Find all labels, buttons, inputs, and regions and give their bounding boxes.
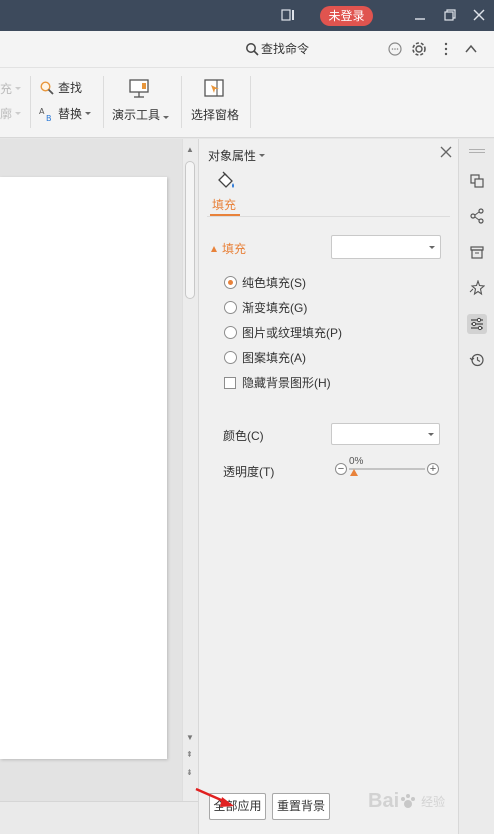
slide-page[interactable] [0, 177, 167, 759]
horizontal-scrollbar[interactable] [0, 801, 198, 834]
paw-logo-icon [401, 793, 416, 808]
ribbon-faded-top: 充 [0, 80, 22, 97]
checkbox[interactable] [224, 376, 236, 389]
tab-fill[interactable]: 填充 [212, 196, 236, 213]
more-icon[interactable] [440, 41, 452, 57]
replace-label: 替换 [58, 107, 83, 121]
svg-text:A: A [39, 107, 45, 116]
fill-bucket-icon[interactable] [215, 170, 237, 192]
collapse-ribbon-icon[interactable] [464, 41, 478, 57]
solid-fill-radio[interactable]: 纯色填充(S) [224, 274, 306, 291]
command-search-label: 查找命令 [261, 42, 310, 56]
search-icon [246, 42, 259, 56]
selection-pane-icon [204, 79, 224, 97]
convert-icon[interactable] [467, 171, 487, 191]
replace-icon: AB [39, 107, 52, 122]
ribbon-separator [250, 76, 251, 128]
scroll-up-icon[interactable]: ▲ [186, 145, 194, 154]
restore-icon[interactable] [443, 8, 457, 22]
find-icon [40, 80, 54, 95]
transparency-label: 透明度(T) [223, 465, 275, 479]
properties-sliders-icon[interactable] [467, 314, 487, 334]
transparency-decrease-button[interactable]: − [335, 463, 347, 475]
ribbon-separator [181, 76, 182, 128]
panel-close-icon[interactable] [440, 146, 452, 158]
tab-fill-underline [210, 214, 240, 216]
toolbar-grip [469, 152, 485, 153]
minimize-icon[interactable] [413, 8, 427, 22]
presentation-tools-button[interactable]: 演示工具 [112, 78, 170, 123]
hide-background-checkbox[interactable]: 隐藏背景图形(H) [224, 374, 331, 391]
title-bar: 未登录 [0, 0, 494, 31]
watermark: Bai 经验 [368, 790, 446, 812]
vertical-scrollbar[interactable]: ▲ ▼ ⇞ ⇟ [182, 139, 198, 801]
close-window-icon[interactable] [472, 8, 486, 22]
annotation-arrow [195, 787, 234, 807]
selection-pane-button[interactable]: 选择窗格 [191, 78, 239, 123]
transparency-increase-button[interactable]: + [427, 463, 439, 475]
right-toolbar [458, 139, 494, 834]
ribbon-separator [30, 76, 31, 128]
reading-mode-icon[interactable] [281, 8, 295, 22]
reset-background-button[interactable]: 重置背景 [272, 793, 330, 820]
panel-divider [207, 216, 450, 217]
replace-button[interactable]: AB 替换 [39, 105, 92, 122]
archive-icon[interactable] [467, 242, 487, 262]
find-label: 查找 [58, 81, 83, 95]
share-icon[interactable] [467, 206, 487, 226]
scrollbar-thumb[interactable] [185, 161, 195, 299]
previous-page-icon[interactable]: ⇞ [186, 750, 193, 759]
ribbon: 充 廓 查找 AB 替换 演示工具 选择窗格 [0, 68, 494, 138]
svg-text:B: B [46, 114, 52, 122]
selection-pane-label: 选择窗格 [191, 108, 240, 122]
slide-canvas[interactable] [0, 139, 182, 801]
presentation-tools-icon [129, 79, 149, 98]
chat-icon[interactable] [387, 41, 403, 57]
next-page-icon[interactable]: ⇟ [186, 768, 193, 777]
presentation-tools-label: 演示工具 [112, 106, 170, 123]
transparency-slider[interactable] [349, 468, 425, 470]
panel-title[interactable]: 对象属性 [208, 147, 266, 164]
find-button[interactable]: 查找 [39, 79, 82, 96]
command-search-bar: 查找命令 [0, 31, 494, 68]
gradient-fill-radio[interactable]: 渐变填充(G) [224, 299, 307, 316]
command-search[interactable]: 查找命令 [245, 40, 309, 57]
fill-section-header[interactable]: 填充 [211, 240, 246, 257]
object-properties-panel: 对象属性 填充 填充 纯色填充(S) 渐变填充(G) 图片或纹理填充(P) 图案… [198, 139, 458, 834]
pattern-fill-radio[interactable]: 图案填充(A) [224, 349, 306, 366]
ribbon-separator [103, 76, 104, 128]
color-label: 颜色(C) [223, 429, 264, 443]
transparency-slider-handle[interactable] [350, 469, 358, 476]
animation-star-icon[interactable] [467, 278, 487, 298]
ribbon-faded-bottom: 廓 [0, 105, 22, 122]
fill-color-dropdown[interactable] [331, 235, 441, 259]
login-button[interactable]: 未登录 [320, 6, 373, 26]
toolbar-grip [469, 149, 485, 150]
picture-texture-fill-radio[interactable]: 图片或纹理填充(P) [224, 324, 342, 341]
scroll-down-icon[interactable]: ▼ [186, 733, 194, 742]
history-icon[interactable] [467, 350, 487, 370]
radio[interactable] [224, 301, 237, 314]
gear-icon[interactable] [411, 41, 427, 57]
radio[interactable] [224, 326, 237, 339]
transparency-value: 0% [349, 456, 364, 467]
radio[interactable] [224, 351, 237, 364]
radio-selected[interactable] [224, 276, 237, 289]
color-dropdown[interactable] [331, 423, 440, 445]
